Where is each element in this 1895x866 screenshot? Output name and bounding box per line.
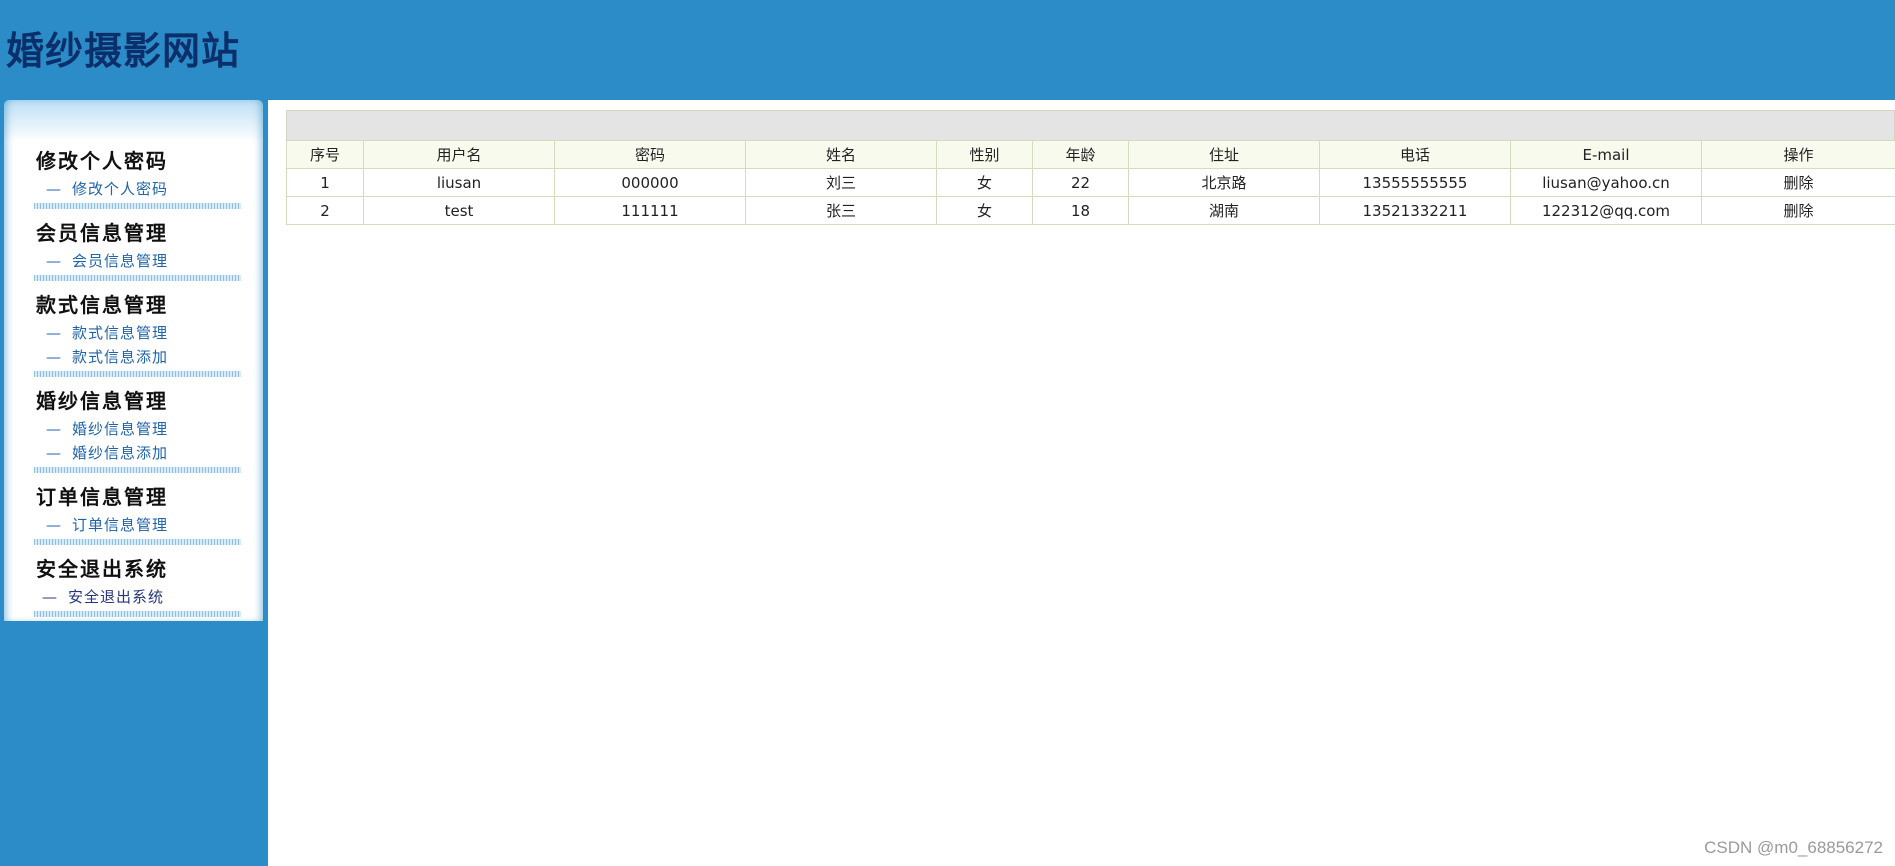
sidebar: 修改个人密码 — 修改个人密码 会员信息管理 — 会员信息管理 款式信息管理 — 款式… [4, 100, 263, 621]
site-title: 婚纱摄影网站 [6, 29, 241, 73]
menu-group-title: 婚纱信息管理 [36, 389, 168, 413]
dash-icon: — [42, 588, 58, 606]
delete-link[interactable]: 删除 [1701, 168, 1895, 197]
table-row: 2 test 111111 张三 女 18 湖南 13521332211 122… [286, 196, 1895, 225]
cell-phone: 13521332211 [1319, 196, 1511, 225]
menu-group-styles: 款式信息管理 — 款式信息管理 — 款式信息添加 [34, 289, 241, 377]
delete-link[interactable]: 删除 [1701, 196, 1895, 225]
cell-index: 2 [286, 196, 364, 225]
cell-username: liusan [363, 168, 555, 197]
dash-icon: — [46, 516, 62, 534]
menu-divider [34, 611, 241, 617]
menu-item-label: 会员信息管理 [72, 252, 169, 270]
main-content: 序号 用户名 密码 姓名 性别 年龄 住址 电话 E-mail 操作 1 liu… [268, 100, 1895, 866]
menu-group-dresses: 婚纱信息管理 — 婚纱信息管理 — 婚纱信息添加 [34, 385, 241, 473]
menu-group-title: 修改个人密码 [36, 149, 168, 173]
cell-email: liusan@yahoo.cn [1510, 168, 1702, 197]
column-header-password: 密码 [554, 140, 746, 169]
menu-item-label: 安全退出系统 [68, 588, 165, 606]
cell-age: 22 [1032, 168, 1129, 197]
dash-icon: — [46, 348, 62, 366]
menu-divider [34, 203, 241, 209]
column-header-action: 操作 [1701, 140, 1895, 169]
table-title-bar [286, 110, 1895, 140]
cell-password: 111111 [554, 196, 746, 225]
cell-username: test [363, 196, 555, 225]
sidebar-menu: 修改个人密码 — 修改个人密码 会员信息管理 — 会员信息管理 款式信息管理 — 款式… [34, 145, 241, 625]
menu-item-style-manage[interactable]: — 款式信息管理 [34, 321, 241, 345]
watermark: CSDN @m0_68856272 [1704, 838, 1883, 857]
menu-item-dress-manage[interactable]: — 婚纱信息管理 [34, 417, 241, 441]
column-header-age: 年龄 [1032, 140, 1129, 169]
menu-group-title: 会员信息管理 [36, 221, 168, 245]
menu-item-dress-add[interactable]: — 婚纱信息添加 [34, 441, 241, 465]
menu-group-title: 订单信息管理 [36, 485, 168, 509]
cell-phone: 13555555555 [1319, 168, 1511, 197]
cell-name: 刘三 [745, 168, 937, 197]
menu-divider [34, 275, 241, 281]
menu-item-order-manage[interactable]: — 订单信息管理 [34, 513, 241, 537]
cell-name: 张三 [745, 196, 937, 225]
menu-group-logout: 安全退出系统 — 安全退出系统 [34, 553, 241, 617]
cell-age: 18 [1032, 196, 1129, 225]
table-header-row: 序号 用户名 密码 姓名 性别 年龄 住址 电话 E-mail 操作 [286, 140, 1895, 169]
member-table: 序号 用户名 密码 姓名 性别 年龄 住址 电话 E-mail 操作 1 liu… [286, 140, 1895, 225]
menu-divider [34, 539, 241, 545]
cell-email: 122312@qq.com [1510, 196, 1702, 225]
menu-divider [34, 371, 241, 377]
dash-icon: — [46, 252, 62, 270]
menu-item-logout[interactable]: — 安全退出系统 [34, 585, 241, 609]
menu-group-title: 安全退出系统 [36, 557, 168, 581]
header: 婚纱摄影网站 [0, 0, 1895, 100]
column-header-username: 用户名 [363, 140, 555, 169]
menu-item-label: 婚纱信息添加 [72, 444, 169, 462]
menu-group-members: 会员信息管理 — 会员信息管理 [34, 217, 241, 281]
menu-group-title: 款式信息管理 [36, 293, 168, 317]
menu-item-change-password[interactable]: — 修改个人密码 [34, 177, 241, 201]
cell-gender: 女 [936, 196, 1033, 225]
column-header-gender: 性别 [936, 140, 1033, 169]
dash-icon: — [46, 420, 62, 438]
column-header-name: 姓名 [745, 140, 937, 169]
cell-address: 湖南 [1128, 196, 1320, 225]
menu-item-label: 婚纱信息管理 [72, 420, 169, 438]
cell-gender: 女 [936, 168, 1033, 197]
cell-password: 000000 [554, 168, 746, 197]
cell-address: 北京路 [1128, 168, 1320, 197]
menu-item-label: 修改个人密码 [72, 180, 169, 198]
menu-item-style-add[interactable]: — 款式信息添加 [34, 345, 241, 369]
dash-icon: — [46, 324, 62, 342]
menu-group-password: 修改个人密码 — 修改个人密码 [34, 145, 241, 209]
menu-item-member-manage[interactable]: — 会员信息管理 [34, 249, 241, 273]
column-header-email: E-mail [1510, 140, 1702, 169]
table-row: 1 liusan 000000 刘三 女 22 北京路 13555555555 … [286, 168, 1895, 197]
menu-item-label: 款式信息管理 [72, 324, 169, 342]
menu-item-label: 款式信息添加 [72, 348, 169, 366]
cell-index: 1 [286, 168, 364, 197]
column-header-phone: 电话 [1319, 140, 1511, 169]
menu-divider [34, 467, 241, 473]
dash-icon: — [46, 444, 62, 462]
column-header-address: 住址 [1128, 140, 1320, 169]
menu-item-label: 订单信息管理 [72, 516, 169, 534]
menu-group-orders: 订单信息管理 — 订单信息管理 [34, 481, 241, 545]
member-table-container: 序号 用户名 密码 姓名 性别 年龄 住址 电话 E-mail 操作 1 liu… [286, 110, 1895, 225]
column-header-index: 序号 [286, 140, 364, 169]
dash-icon: — [46, 180, 62, 198]
